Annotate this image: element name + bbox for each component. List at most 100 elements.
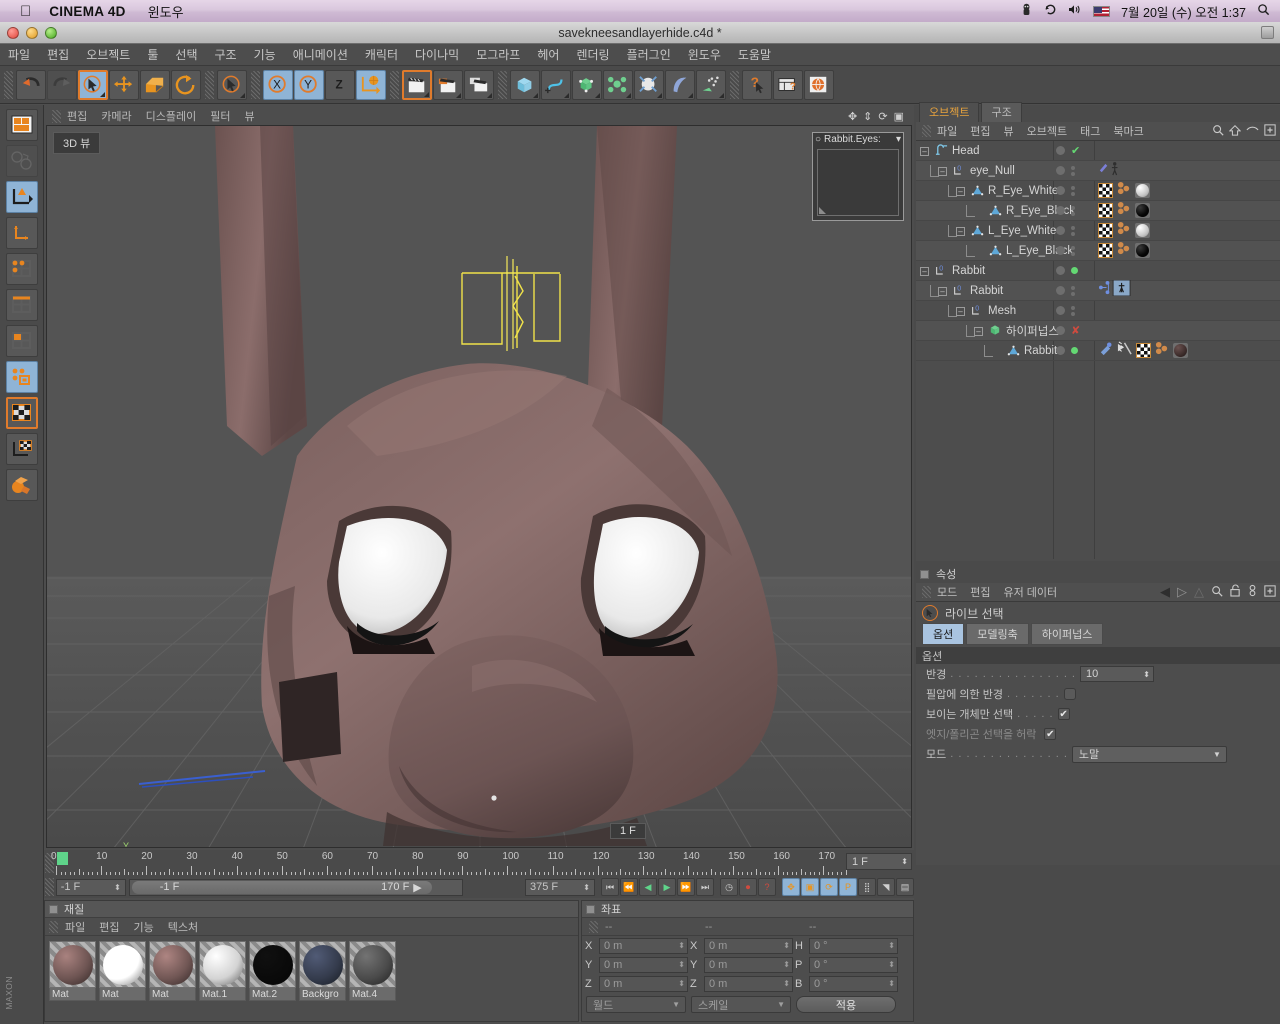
figure-tag-icon[interactable] [1098,161,1124,181]
panel-menu-icon[interactable] [49,904,58,914]
menu-structure[interactable]: 구조 [215,46,237,63]
input-language-flag-icon[interactable] [1093,5,1111,17]
weight-tag-icon[interactable] [1098,341,1113,361]
viewport-zoom-icon[interactable]: ⇕ [863,110,872,123]
lock-x-axis-button[interactable]: X [263,69,293,100]
coord-position-field[interactable]: 0 m ⬍ [599,956,688,973]
attribute-menu-grip[interactable] [922,586,931,598]
viewport-hud-panel[interactable]: ○ Rabbit.Eyes: ▾ [812,132,904,221]
timeline-range-bar[interactable]: ◀ -1 F 170 F ▶ [128,878,463,896]
object-menu-bookmarks[interactable]: 북마크 [1113,123,1143,139]
expand-collapse-toggle[interactable]: – [956,307,965,316]
object-visibility-controls[interactable] [1056,225,1075,236]
material-item[interactable]: Mat.4 [349,941,396,1001]
add-primitive-cube-button[interactable] [510,69,540,100]
object-visibility-controls[interactable]: ✘ [1056,324,1080,337]
tab-options[interactable]: 옵션 [922,623,965,645]
texture-mode-icon[interactable] [5,397,38,429]
object-menu-edit[interactable]: 편집 [970,123,990,139]
editor-visibility-dot[interactable] [1056,186,1065,195]
macos-menu-window[interactable]: 윈도우 [148,2,184,21]
redo-button[interactable] [47,69,77,100]
add-icon[interactable] [1264,584,1276,600]
spotlight-search-icon[interactable] [1257,3,1270,19]
hud-chevron-down-icon[interactable]: ▾ [896,134,901,145]
material-item[interactable]: Mat [149,941,196,1001]
menu-window[interactable]: 윈도우 [688,46,721,63]
object-tree[interactable]: – Head ✔ –0 eye_Null – R_Eye_White R_Eye_Black –… [916,141,1280,559]
object-tree-row[interactable]: Rabbit [916,341,1280,361]
help-cursor-button[interactable]: ? [742,69,772,100]
menu-edit[interactable]: 편집 [47,46,69,63]
viewport-menu-edit[interactable]: 편집 [67,108,87,124]
menu-dynamics[interactable]: 다이나믹 [415,46,459,63]
checkbox[interactable]: ✔ [1044,728,1057,740]
record-question-button[interactable]: ? [758,878,776,896]
hud-preview-box[interactable] [817,149,899,216]
object-menu-objects[interactable]: 오브젝트 [1027,123,1067,139]
object-visibility-controls[interactable] [1056,165,1075,176]
menu-render[interactable]: 렌더링 [576,46,609,63]
editor-visibility-dot[interactable] [1056,326,1065,335]
spinner-icon[interactable]: ⬍ [783,960,790,969]
object-menu-grip[interactable] [922,125,931,137]
autokey-toggle-button[interactable]: ◷ [720,878,738,896]
material-tag-icon[interactable] [1173,343,1188,358]
attribute-menu-userdata[interactable]: 유저 데이터 [1004,584,1058,600]
add-particles-button[interactable] [696,69,726,100]
model-mode-icon[interactable] [5,361,38,393]
expand-collapse-toggle[interactable]: – [920,267,929,276]
search-icon[interactable] [1211,585,1223,600]
coord-rotation-field[interactable]: 0 ° ⬍ [809,975,898,992]
spinner-icon[interactable]: ⬍ [1143,670,1150,679]
material-thumbnail[interactable] [249,941,296,988]
spinner-icon[interactable]: ⬍ [678,960,685,969]
volume-icon[interactable] [1068,3,1082,19]
lock-z-axis-button[interactable]: Z [325,69,355,100]
coord-position-field[interactable]: 0 m ⬍ [599,937,688,954]
texture-tag-icon[interactable] [1098,223,1113,238]
chevron-down-icon[interactable]: ▼ [672,1000,680,1009]
expand-collapse-toggle[interactable]: – [920,147,929,156]
editor-visibility-dot[interactable] [1056,226,1065,235]
object-visibility-controls[interactable] [1056,285,1075,296]
visibility-dots[interactable] [1071,165,1075,176]
expand-collapse-toggle[interactable]: – [956,227,965,236]
add-deformer-button[interactable] [634,69,664,100]
menu-help[interactable]: 도움말 [738,46,771,63]
object-axis-icon[interactable] [5,181,38,213]
render-settings-button[interactable] [464,69,494,100]
spinner-icon[interactable]: ⬍ [901,857,908,866]
menu-file[interactable]: 파일 [8,46,30,63]
menu-selection[interactable]: 선택 [175,46,197,63]
timeline-start-field[interactable]: -1 F ⬍ [55,878,126,896]
material-menu-grip[interactable] [49,920,58,933]
add-generator-hypernurbs-button[interactable] [572,69,602,100]
go-to-start-button[interactable]: ⏮ [601,878,619,896]
visibility-dots[interactable] [1071,245,1075,256]
lock-icon[interactable] [1230,584,1241,600]
object-visibility-controls[interactable] [1056,266,1078,275]
spinner-icon[interactable]: ⬍ [888,941,895,950]
joint-tag-icon[interactable] [1098,279,1132,301]
timeline-current-frame-field[interactable]: 1 F ⬍ [846,853,912,870]
timeline-ticks[interactable]: 0 10 20 30 40 50 60 70 80 90 100 110 120 130 140 150 160… [51,850,847,876]
phong-tag-icon[interactable] [1116,201,1132,221]
search-icon[interactable] [1212,124,1224,139]
spinner-icon[interactable]: ⬍ [783,979,790,988]
material-menu-texture[interactable]: 텍스처 [168,919,198,935]
object-tree-row[interactable]: L_Eye_Black [916,241,1280,261]
undo-button[interactable] [16,69,46,100]
add-array-button[interactable] [603,69,633,100]
render-region-button[interactable] [433,69,463,100]
home-icon[interactable] [1228,124,1242,139]
edge-mode-icon[interactable] [5,289,38,321]
expand-collapse-toggle[interactable]: – [938,287,947,296]
visibility-green-dot[interactable] [1071,347,1078,354]
material-tag-icon[interactable] [1135,183,1150,198]
menu-plugins[interactable]: 플러그인 [627,46,671,63]
menu-animation[interactable]: 애니메이션 [293,46,348,63]
sync-icon[interactable] [1044,3,1057,19]
object-visibility-controls[interactable]: ✔ [1056,144,1080,157]
visibility-check-icon[interactable]: ✔ [1071,144,1080,157]
